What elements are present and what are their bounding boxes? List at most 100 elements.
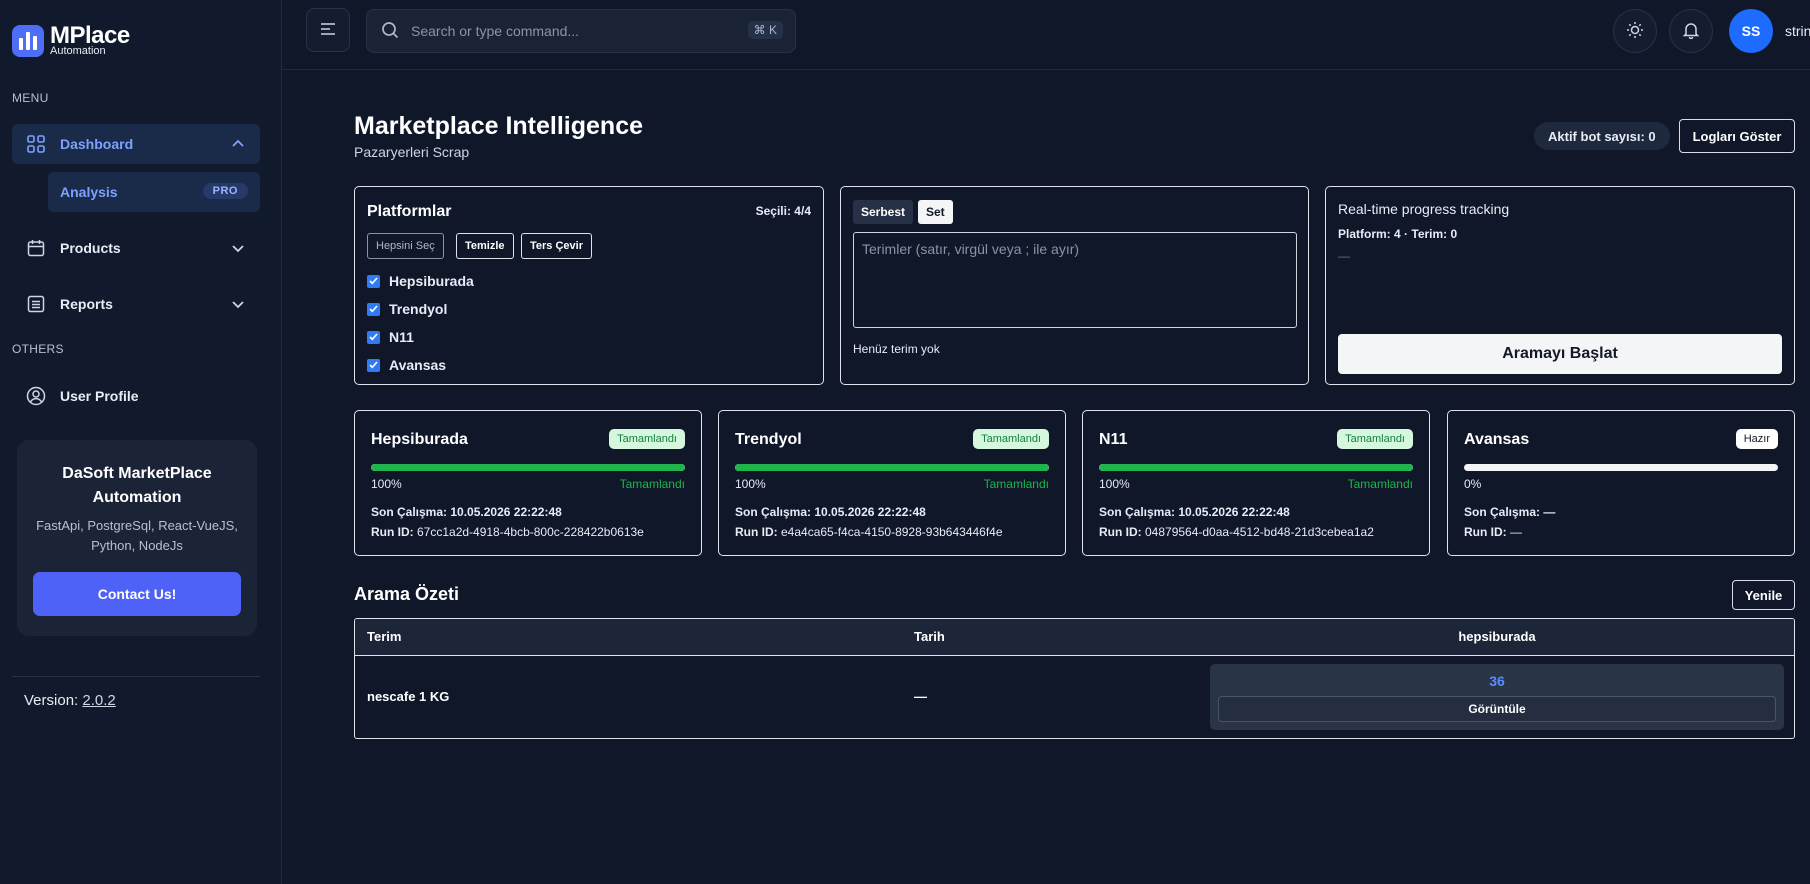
last-run: Son Çalışma: 10.05.2026 22:22:48 [1099,505,1290,519]
progress-dash: — [1338,249,1350,263]
last-run: Son Çalışma: 10.05.2026 22:22:48 [735,505,926,519]
terms-empty-text: Henüz terim yok [853,342,940,356]
username[interactable]: strin [1785,23,1810,39]
show-logs-button[interactable]: Logları Göster [1679,119,1795,153]
platform-card-trendyol: Trendyol Tamamlandı 100% Tamamlandı Son … [718,410,1066,556]
status-badge: Tamamlandı [609,429,685,449]
progress-percent: 100% [735,477,766,491]
menu-toggle-button[interactable] [306,8,350,52]
hamburger-icon [320,22,336,39]
progress-counts: Platform: 4 · Terim: 0 [1338,227,1458,241]
platform-card-title: N11 [1099,431,1128,448]
sidebar-item-label: Products [60,240,121,256]
invert-button[interactable]: Ters Çevir [521,233,592,259]
avatar[interactable]: SS [1729,9,1773,53]
progress-bar [1099,464,1413,471]
platform-checkbox-avansas[interactable]: Avansas [367,357,446,373]
sidebar-subitem-analysis[interactable]: Analysis PRO [48,172,260,212]
platform-card-avansas: Avansas Hazır 0% Son Çalışma: — Run ID: … [1447,410,1795,556]
checkbox-label: N11 [389,329,414,345]
checkbox-label: Avansas [389,357,447,373]
top-header: Search or type command... ⌘ K SS strin [282,0,1810,70]
run-id: Run ID: — [1464,525,1522,539]
chevron-down-icon [230,240,246,256]
checkbox-label: Hepsiburada [389,273,474,289]
result-cell: 36 Görüntüle [1210,664,1784,730]
platforms-title: Platformlar [367,203,452,220]
progress-status: Tamamlandı [983,477,1049,491]
checkbox-checked-icon [367,274,380,288]
sidebar-item-label: Reports [60,296,113,312]
platform-checkbox-hepsiburada[interactable]: Hepsiburada [367,273,474,289]
sidebar-item-user-profile[interactable]: User Profile [12,376,260,416]
platform-card-n11: N11 Tamamlandı 100% Tamamlandı Son Çalış… [1082,410,1430,556]
logo[interactable]: MPlace Automation [12,24,130,57]
table-header: Terim Tarih hepsiburada [355,619,1794,656]
progress-title: Real-time progress tracking [1338,201,1510,217]
term-count: 0 [1450,227,1458,241]
run-id: Run ID: 04879564-d0aa-4512-bd48-21d3cebe… [1099,525,1374,539]
view-results-button[interactable]: Görüntüle [1218,696,1776,722]
progress-panel: Real-time progress tracking Platform: 4 … [1325,186,1795,385]
progress-status: Tamamlandı [1347,477,1413,491]
shortcut-badge: ⌘ K [747,21,783,39]
theme-toggle-button[interactable] [1613,9,1657,53]
chevron-up-icon [230,136,246,152]
contact-us-button[interactable]: Contact Us! [33,572,241,616]
progress-bar-fill [735,464,1049,471]
status-badge: Hazır [1735,429,1778,449]
sidebar-item-products[interactable]: Products [12,228,260,268]
summary-table: Terim Tarih hepsiburada nescafe 1 KG — 3… [354,618,1795,739]
progress-bar-fill [1099,464,1413,471]
platform-card-title: Avansas [1464,431,1530,448]
promo-title: DaSoft MarketPlace Automation [62,465,212,506]
promo-description: FastApi, PostgreSql, React-VueJS, Python… [36,518,238,553]
progress-percent: 100% [371,477,402,491]
menu-section-label: MENU [12,91,49,105]
grid-icon [26,134,46,154]
list-icon [26,294,46,314]
platform-checkbox-trendyol[interactable]: Trendyol [367,301,447,317]
version-link[interactable]: 2.0.2 [82,692,115,709]
start-search-button[interactable]: Aramayı Başlat [1338,334,1782,374]
progress-bar [735,464,1049,471]
status-badge: Tamamlandı [1337,429,1413,449]
search-input[interactable]: Search or type command... ⌘ K [366,9,796,53]
column-header-term: Terim [367,629,402,644]
page-title: Marketplace Intelligence [354,112,644,140]
result-count[interactable]: 36 [1210,673,1784,689]
platform-count: 4 [1394,227,1401,241]
promo-card: DaSoft MarketPlace Automation FastApi, P… [17,440,257,636]
terms-placeholder: Terimler (satır, virgül veya ; ile ayır) [862,241,1080,257]
last-run: Son Çalışma: — [1464,505,1556,519]
run-id: Run ID: e4a4ca65-f4ca-4150-8928-93b64344… [735,525,1003,539]
column-header-hepsiburada: hepsiburada [1458,629,1536,644]
refresh-button[interactable]: Yenile [1732,580,1795,610]
terms-textarea[interactable]: Terimler (satır, virgül veya ; ile ayır) [853,232,1297,328]
cell-term: nescafe 1 KG [367,689,450,704]
platform-card-title: Hepsiburada [371,431,468,448]
clear-button[interactable]: Temizle [456,233,514,259]
tab-set[interactable]: Set [918,200,953,224]
chevron-down-icon [230,296,246,312]
sidebar-item-label: User Profile [60,388,139,404]
version-info: Version: 2.0.2 [24,692,116,709]
sidebar-item-reports[interactable]: Reports [12,284,260,324]
sidebar-item-dashboard[interactable]: Dashboard [12,124,260,164]
calendar-icon [26,238,46,258]
summary-title: Arama Özeti [354,584,460,604]
cell-date: — [914,689,927,704]
platform-checkbox-n11[interactable]: N11 [367,329,414,345]
platforms-panel: Platformlar Seçili: 4/4 Hepsini Seç Temi… [354,186,824,385]
page-subtitle: Pazaryerleri Scrap [354,144,470,160]
tab-free[interactable]: Serbest [853,200,914,224]
notifications-button[interactable] [1669,9,1713,53]
checkbox-checked-icon [367,302,380,316]
status-badge: Tamamlandı [973,429,1049,449]
sidebar: MPlace Automation MENU Dashboard Analysi… [0,0,282,884]
select-all-button[interactable]: Hepsini Seç [367,233,444,259]
platform-card-title: Trendyol [735,431,802,448]
active-bot-count-badge: Aktif bot sayısı: 0 [1534,122,1670,150]
others-section-label: OTHERS [12,342,64,356]
platform-card-hepsiburada: Hepsiburada Tamamlandı 100% Tamamlandı S… [354,410,702,556]
